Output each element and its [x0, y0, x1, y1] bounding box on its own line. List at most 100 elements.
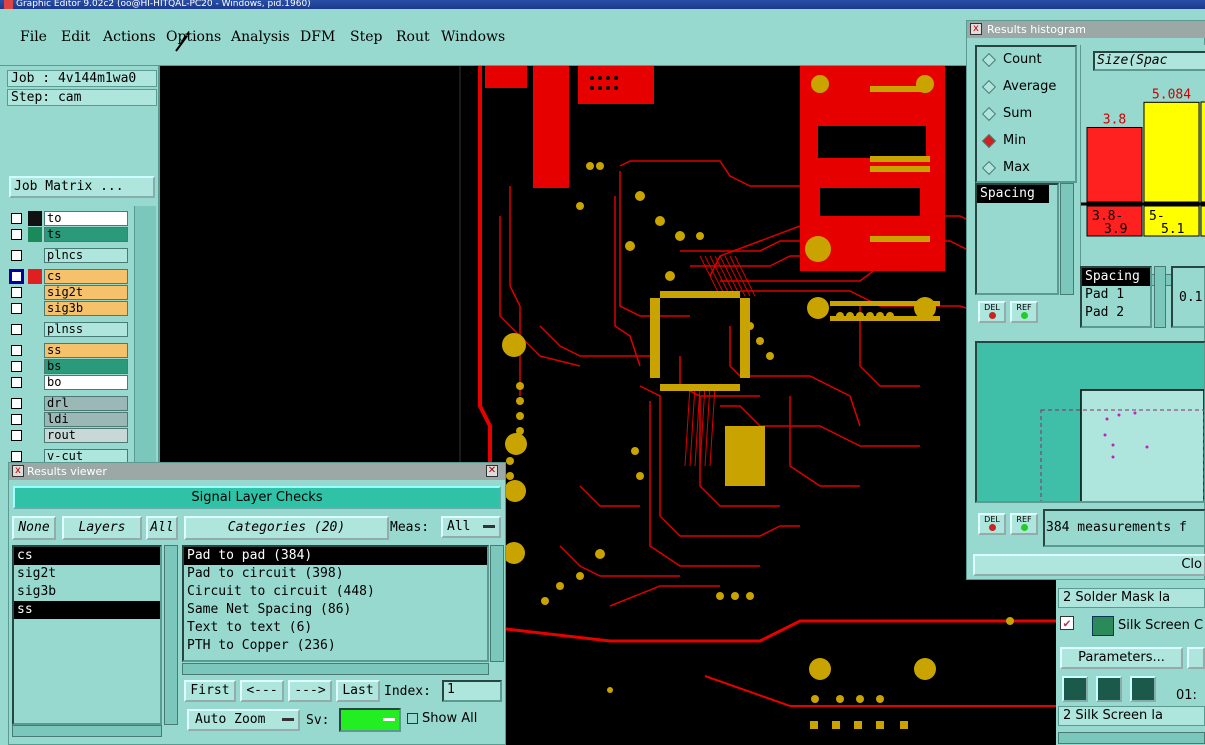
histogram-bar[interactable] — [1143, 101, 1200, 203]
all-layers-button[interactable]: All — [146, 516, 178, 540]
size-field[interactable]: Size(Spac — [1093, 51, 1205, 71]
menu-analysis[interactable]: Analysis — [231, 29, 290, 45]
layer-color-swatch[interactable] — [28, 322, 42, 337]
layer-name[interactable]: bs — [44, 359, 128, 374]
list-item[interactable]: Spacing — [977, 185, 1049, 203]
ref-button[interactable]: REF — [1010, 301, 1038, 323]
layer-checkbox[interactable] — [11, 377, 22, 388]
category-item[interactable]: Circuit to circuit (448) — [184, 583, 487, 601]
layer-row[interactable]: bs — [8, 359, 130, 374]
extra-button[interactable] — [1187, 647, 1205, 669]
measurement-field-list[interactable]: Spacing Pad 1 Pad 2 — [1080, 266, 1152, 328]
run-all-icon[interactable] — [1096, 676, 1122, 702]
layer-row[interactable]: sig3b — [8, 301, 130, 316]
layer-name[interactable]: sig2t — [44, 285, 128, 300]
silk-screen-checkbox[interactable]: ✔ — [1060, 616, 1074, 630]
layer-name[interactable]: ss — [44, 343, 128, 358]
menu-step[interactable]: Step — [350, 29, 382, 45]
category-list-vscroll[interactable] — [490, 545, 504, 662]
del-button-2[interactable]: DEL — [978, 513, 1006, 535]
layer-color-swatch[interactable] — [28, 412, 42, 427]
bin-label-cell[interactable] — [1200, 205, 1205, 237]
layer-name[interactable]: cs — [44, 269, 128, 284]
layer-color-swatch[interactable] — [28, 375, 42, 390]
layer-name[interactable]: sig3b — [44, 301, 128, 316]
layer-name[interactable]: rout — [44, 428, 128, 443]
layer-checkbox[interactable] — [11, 213, 22, 224]
layer-name[interactable]: ts — [44, 227, 128, 242]
ref-button-2[interactable]: REF — [1010, 513, 1038, 535]
layer-row[interactable]: sig2t — [8, 285, 130, 300]
layer-row[interactable]: ldi — [8, 412, 130, 427]
last-button[interactable]: Last — [336, 680, 380, 702]
layer-color-swatch[interactable] — [28, 227, 42, 242]
layer-checkbox[interactable] — [11, 398, 22, 409]
layer-color-swatch[interactable] — [28, 285, 42, 300]
layer-color-swatch[interactable] — [28, 396, 42, 411]
layer-color-swatch[interactable] — [28, 343, 42, 358]
action-list-hscroll[interactable] — [1058, 732, 1205, 744]
spacing-list-vscroll[interactable] — [1060, 183, 1074, 295]
next-button[interactable]: ---> — [288, 680, 332, 702]
radio-sum[interactable]: Sum — [981, 105, 1032, 123]
layer-row[interactable]: bo — [8, 375, 130, 390]
layer-row[interactable]: ts — [8, 227, 130, 242]
menu-actions[interactable]: Actions — [103, 29, 156, 45]
show-all-checkbox[interactable] — [407, 713, 418, 724]
layer-list-vscroll[interactable] — [164, 545, 178, 725]
layer-color-swatch[interactable] — [28, 301, 42, 316]
measurement-field-item[interactable]: Spacing — [1082, 268, 1150, 286]
layer-name[interactable]: ldi — [44, 412, 128, 427]
measurement-field-item[interactable]: Pad 2 — [1082, 304, 1150, 322]
category-item[interactable]: PTH to Copper (236) — [184, 637, 487, 655]
silk-screen-row[interactable]: 2 Silk Screen la — [1058, 706, 1205, 726]
histogram-bar[interactable] — [1086, 126, 1143, 203]
radio-average[interactable]: Average — [981, 78, 1056, 96]
zoom-preview[interactable] — [975, 341, 1205, 511]
radio-min[interactable]: Min — [981, 132, 1026, 150]
close-icon[interactable]: ✕ — [486, 465, 498, 477]
layer-row[interactable]: rout — [8, 428, 130, 443]
solder-mask-row[interactable]: 2 Solder Mask la — [1058, 588, 1205, 608]
layer-row[interactable]: ss — [8, 343, 130, 358]
layer-checkbox[interactable] — [11, 451, 22, 462]
layer-results-list[interactable]: cs sig2t sig3b ss — [12, 545, 162, 725]
category-list-hscroll[interactable] — [182, 663, 489, 675]
layer-row[interactable]: to — [8, 211, 130, 226]
layer-checkbox[interactable] — [11, 324, 22, 335]
layer-list-hscroll[interactable] — [12, 725, 162, 737]
del-button[interactable]: DEL — [978, 301, 1006, 323]
list-item[interactable]: cs — [14, 547, 160, 565]
spacing-type-list[interactable]: Spacing — [975, 183, 1059, 295]
layer-checkbox[interactable] — [11, 361, 22, 372]
menu-windows[interactable]: Windows — [441, 29, 505, 45]
layer-checkbox[interactable] — [11, 250, 22, 261]
job-matrix-button[interactable]: Job Matrix ... — [9, 176, 155, 198]
menu-edit[interactable]: Edit — [61, 29, 90, 45]
stop-icon[interactable] — [1130, 676, 1156, 702]
layer-name[interactable]: plnss — [44, 322, 128, 337]
menu-rout[interactable]: Rout — [396, 29, 430, 45]
previous-button[interactable]: <--- — [240, 680, 284, 702]
layer-row[interactable]: cs — [8, 269, 130, 284]
category-item[interactable]: Pad to circuit (398) — [184, 565, 487, 583]
layer-row[interactable]: drl — [8, 396, 130, 411]
meas-dropdown[interactable]: All — [441, 516, 501, 538]
layer-name[interactable]: bo — [44, 375, 128, 390]
run-icon[interactable] — [1062, 676, 1088, 702]
categories-button[interactable]: Categories (20) — [184, 516, 389, 540]
menu-dfm[interactable]: DFM — [300, 29, 335, 45]
layer-name[interactable]: to — [44, 211, 128, 226]
category-item[interactable]: Pad to pad (384) — [184, 547, 487, 565]
layer-color-swatch[interactable] — [28, 211, 42, 226]
list-item[interactable]: sig3b — [14, 583, 160, 601]
layer-row[interactable]: plnss — [8, 322, 130, 337]
list-item[interactable]: ss — [14, 601, 160, 619]
category-item[interactable]: Text to text (6) — [184, 619, 487, 637]
first-button[interactable]: First — [184, 680, 236, 702]
parameters-button[interactable]: Parameters... — [1060, 647, 1183, 669]
category-item[interactable]: Same Net Spacing (86) — [184, 601, 487, 619]
category-list[interactable]: Pad to pad (384) Pad to circuit (398) Circ… — [182, 545, 489, 662]
layer-checkbox[interactable] — [11, 287, 22, 298]
layers-button[interactable]: Layers — [62, 516, 142, 540]
